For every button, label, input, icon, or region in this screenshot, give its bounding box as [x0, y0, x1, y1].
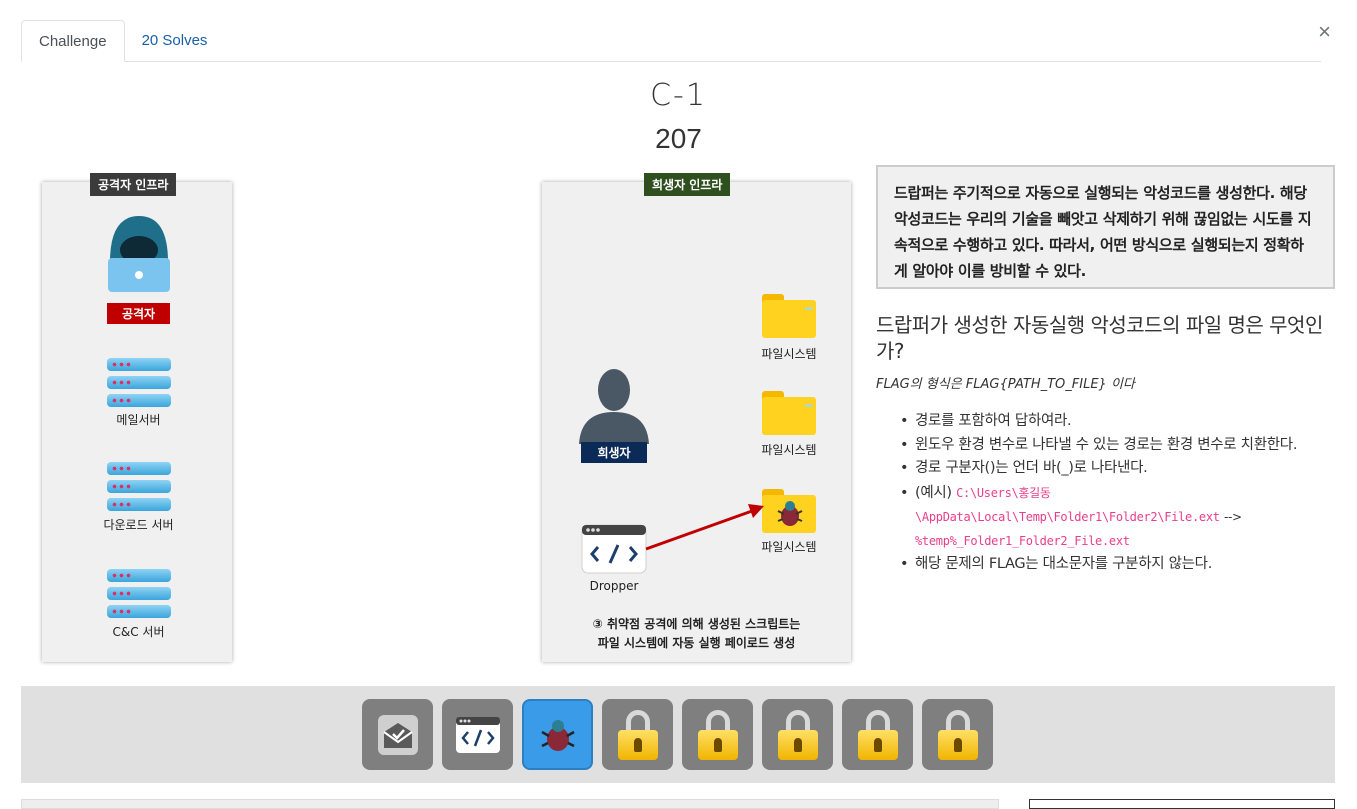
lock-icon	[857, 709, 898, 760]
example-arrow: -->	[1224, 509, 1242, 524]
dropper-label: Dropper	[589, 579, 639, 593]
stage-button-locked[interactable]	[682, 699, 753, 770]
victim-panel-title: 희생자 인프라	[644, 173, 731, 196]
download-server-label: 다운로드 서버	[103, 518, 174, 532]
scenario-box: 드랍퍼는 주기적으로 자동으로 실행되는 악성코드를 생성한다. 해당 악성코드…	[876, 165, 1335, 289]
malware-bug-icon	[777, 501, 803, 526]
lock-icon	[617, 709, 658, 760]
close-icon[interactable]: ×	[1318, 20, 1331, 44]
attacker-panel-title: 공격자 인프라	[90, 173, 177, 196]
folder-icon: •••	[762, 294, 816, 338]
hacker-icon	[108, 216, 170, 292]
list-item: 경로 구분자()는 언더 바(_)로 나타낸다.	[895, 457, 1335, 481]
list-item: 윈도우 환경 변수로 나타낼 수 있는 경로는 환경 변수로 치환한다.	[895, 434, 1335, 458]
list-item: (예시) C:\Users\홍길동\AppData\Local\Temp\Fol…	[895, 481, 1335, 553]
lock-icon	[937, 709, 978, 760]
stage-button-locked[interactable]	[842, 699, 913, 770]
mail-icon	[377, 714, 418, 755]
dropper-script-icon	[581, 524, 647, 574]
cc-server-label: C&C 서버	[112, 625, 165, 639]
example-prefix: (예시)	[915, 484, 957, 501]
rules-list: 경로를 포함하여 답하여라. 윈도우 환경 변수로 나타낼 수 있는 경로는 환…	[895, 410, 1335, 576]
stage-button-mail[interactable]	[362, 699, 433, 770]
flag-format: FLAG의 형식은 FLAG{PATH_TO_FILE} 이다	[876, 377, 1135, 392]
malware-bug-icon	[540, 719, 575, 751]
lock-icon	[777, 709, 818, 760]
mail-server-icon	[107, 358, 171, 412]
example-result: %temp%_Folder1_Folder2_File.ext	[915, 533, 1130, 548]
filesystem-label: 파일시스템	[761, 443, 817, 457]
challenge-modal: Challenge 20 Solves × C-1 207 공격자 인프라 공격…	[0, 0, 1357, 809]
attacker-badge: 공격자	[107, 303, 170, 324]
tab-bar: Challenge 20 Solves	[21, 20, 1321, 62]
victim-person-icon	[579, 369, 649, 444]
diagram-caption-line2: 파일 시스템에 자동 실행 페이로드 생성	[597, 636, 796, 650]
stage-icon-bar	[21, 686, 1335, 783]
submit-button-area[interactable]	[1029, 799, 1335, 809]
stage-button-malware[interactable]	[522, 699, 593, 770]
folder-icon: •••	[762, 391, 816, 435]
stage-button-locked[interactable]	[922, 699, 993, 770]
list-item: 경로를 포함하여 답하여라.	[895, 410, 1335, 434]
lock-icon	[697, 709, 738, 760]
tab-solves[interactable]: 20 Solves	[125, 20, 225, 62]
infected-folder-icon	[762, 489, 816, 533]
challenge-value: 207	[655, 123, 702, 154]
download-server-icon	[107, 462, 171, 516]
example-path: C:\Users\홍길동\AppData\Local\Temp\Folder1\…	[915, 485, 1220, 524]
infrastructure-diagram: 공격자 인프라 공격자 메일서버 다운로드 서버 C&C 서버 희생자 인프라 …	[20, 160, 865, 675]
infection-arrow	[645, 504, 764, 551]
tab-challenge[interactable]: Challenge	[21, 20, 125, 62]
stage-button-locked[interactable]	[762, 699, 833, 770]
list-item: 해당 문제의 FLAG는 대소문자를 구분하지 않는다.	[895, 553, 1335, 577]
filesystem-label: 파일시스템	[761, 347, 817, 361]
diagram-caption-line1: ③ 취약점 공격에 의해 생성된 스크립트는	[592, 617, 801, 631]
victim-badge: 희생자	[581, 442, 647, 463]
flag-input-area[interactable]	[21, 799, 999, 809]
code-window-icon	[455, 716, 500, 753]
mail-server-label: 메일서버	[116, 413, 161, 427]
stage-button-code[interactable]	[442, 699, 513, 770]
question-text: 드랍퍼가 생성한 자동실행 악성코드의 파일 명은 무엇인가?	[876, 313, 1323, 363]
cc-server-icon	[107, 569, 171, 623]
challenge-name: C-1	[650, 78, 707, 113]
stage-button-locked[interactable]	[602, 699, 673, 770]
